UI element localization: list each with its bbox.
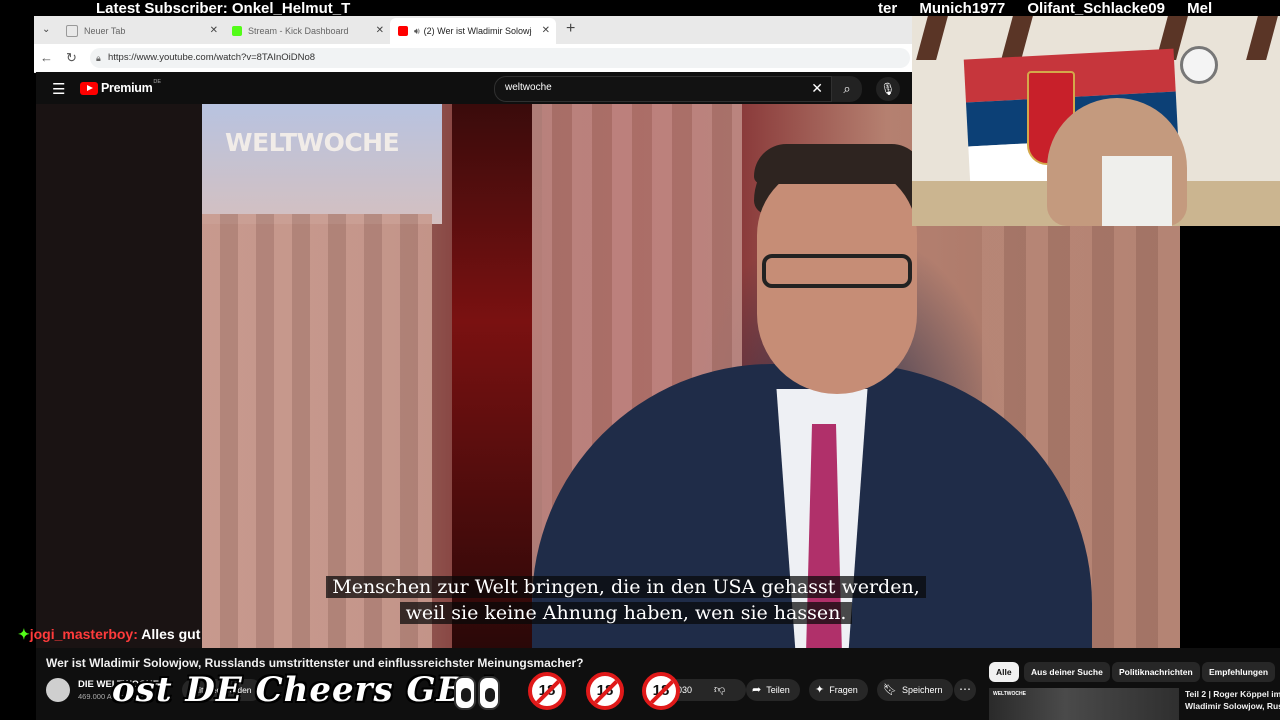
- hamburger-menu-icon[interactable]: ☰: [52, 80, 65, 98]
- related-title-line-1: Teil 2 | Roger Köppel im: [1185, 689, 1280, 699]
- youtube-logo[interactable]: Premium DE: [80, 79, 162, 95]
- related-video-thumbnail[interactable]: WELTWOCHE: [989, 688, 1179, 720]
- new-tab-plus-icon[interactable]: +: [566, 20, 575, 38]
- no-under-18-icon: 18: [528, 672, 566, 710]
- bookmark-icon: 🔖︎: [883, 684, 897, 696]
- tab-list-chevron-icon[interactable]: ⌄: [42, 24, 50, 35]
- address-bar: ← ↻ 🔒︎ https://www.youtube.com/watch?v=8…: [34, 44, 912, 73]
- channel-avatar[interactable]: [46, 678, 70, 702]
- chat-message: ✦jogi_masterboy: Alles gut: [18, 624, 200, 644]
- streamer-shirt: [1102, 156, 1172, 226]
- url-field[interactable]: 🔒︎ https://www.youtube.com/watch?v=8TAIn…: [90, 48, 910, 68]
- ask-label: Fragen: [829, 685, 858, 695]
- related-rail: Alle Aus deiner Suche Politiknachrichten…: [980, 648, 1280, 720]
- overlay-text: ost DE Cheers GB !: [112, 670, 496, 710]
- ceiling-beam: [1001, 16, 1033, 60]
- badge-text: 18: [596, 682, 614, 699]
- chip-political-news[interactable]: Politiknachrichten: [1112, 662, 1200, 682]
- youtube-icon: [398, 26, 408, 36]
- speaker-icon[interactable]: 🔊︎: [414, 26, 420, 37]
- latest-subscriber: Latest Subscriber: Onkel_Helmut_T: [96, 0, 351, 17]
- video-person-glasses: [762, 254, 912, 288]
- reload-icon[interactable]: ↻: [66, 50, 77, 66]
- subtitle-line-1: Menschen zur Welt bringen, die in den US…: [326, 576, 926, 598]
- tab-label: Stream - Kick Dashboard: [248, 26, 349, 36]
- voice-search-mic-icon[interactable]: 🎙︎: [876, 77, 900, 101]
- save-button[interactable]: 🔖︎ Speichern: [877, 679, 953, 701]
- tab-new[interactable]: Neuer Tab ✕: [58, 18, 224, 44]
- url-text: https://www.youtube.com/watch?v=8TAInOiD…: [108, 52, 316, 63]
- lock-icon: 🔒︎: [96, 53, 101, 63]
- logo-region: DE: [153, 79, 162, 85]
- share-icon: ➦: [752, 684, 762, 696]
- no-under-18-icon: 18: [642, 672, 680, 710]
- subtitle-line-2: weil sie keine Ahnung haben, wen sie has…: [399, 602, 853, 624]
- more-options-icon[interactable]: ⋯: [954, 679, 976, 701]
- ticker-names: ter Munich1977 Olifant_Schlacke09 Mel: [878, 0, 1213, 17]
- search-button[interactable]: ⌕: [832, 76, 862, 102]
- ceiling-beam: [916, 16, 948, 60]
- tab-youtube-video[interactable]: 🔊︎ (2) Wer ist Wladimir Solowjow ✕: [390, 18, 556, 44]
- chip-recommendations[interactable]: Empfehlungen: [1202, 662, 1276, 682]
- ceiling-beam: [1246, 16, 1278, 60]
- youtube-play-icon: [80, 81, 98, 95]
- close-icon[interactable]: ✕: [210, 25, 218, 36]
- share-button[interactable]: ➦ Teilen: [746, 679, 800, 701]
- stream-ticker: Latest Subscriber: Onkel_Helmut_T ter Mu…: [0, 0, 1280, 16]
- chip-from-search[interactable]: Aus deiner Suche: [1024, 662, 1110, 682]
- no-under-18-icon: 18: [586, 672, 624, 710]
- badge-text: 18: [538, 682, 556, 699]
- thumbnail-label: WELTWOCHE: [993, 691, 1026, 697]
- video-person-hairline: [754, 144, 924, 184]
- back-arrow-icon[interactable]: ←: [40, 50, 53, 65]
- page-icon: [66, 25, 78, 37]
- clear-search-icon[interactable]: ✕: [811, 80, 823, 97]
- close-icon[interactable]: ✕: [376, 25, 384, 36]
- streamer-webcam: [912, 16, 1280, 226]
- chat-text: Alles gut: [141, 626, 201, 642]
- search-value: weltwoche: [505, 82, 552, 93]
- video-sky: [202, 104, 442, 224]
- tab-label: (2) Wer ist Wladimir Solowjow: [423, 26, 532, 36]
- video-red-panel: [452, 104, 542, 648]
- tab-bar: ⌄ Neuer Tab ✕ Stream - Kick Dashboard ✕ …: [34, 16, 912, 44]
- wall-clock-icon: [1180, 46, 1218, 84]
- badge-text: 18: [652, 682, 670, 699]
- browser-window: ⌄ Neuer Tab ✕ Stream - Kick Dashboard ✕ …: [34, 16, 912, 73]
- related-title-line-2: Wladimir Solowjow, Russ: [1185, 701, 1280, 711]
- video-subtitles: Menschen zur Welt bringen, die in den US…: [236, 574, 1016, 626]
- weltwoche-watermark: WELTWOCHE: [225, 128, 400, 157]
- search-input[interactable]: weltwoche ✕: [494, 76, 832, 102]
- search-icon: ⌕: [843, 81, 851, 96]
- share-label: Teilen: [766, 685, 790, 695]
- chat-username: jogi_masterboy:: [29, 626, 138, 642]
- sparkle-icon: ✦: [815, 684, 825, 696]
- kick-icon: [232, 26, 242, 36]
- youtube-header: ☰ Premium DE weltwoche ✕ ⌕ 🎙︎: [36, 72, 912, 104]
- chip-all[interactable]: Alle: [989, 662, 1019, 682]
- eyes-emoji-icon: [454, 676, 502, 710]
- related-video-title[interactable]: Teil 2 | Roger Köppel im Wladimir Solowj…: [1185, 688, 1280, 712]
- thumbs-down-icon[interactable]: 👎︎: [714, 679, 725, 701]
- tab-kick-dashboard[interactable]: Stream - Kick Dashboard ✕: [224, 18, 390, 44]
- ask-button[interactable]: ✦ Fragen: [809, 679, 868, 701]
- tab-label: Neuer Tab: [84, 26, 126, 36]
- logo-text: Premium: [101, 81, 153, 95]
- save-label: Speichern: [901, 685, 943, 695]
- close-icon[interactable]: ✕: [542, 25, 550, 36]
- chat-badge-icon: ✦: [18, 626, 30, 642]
